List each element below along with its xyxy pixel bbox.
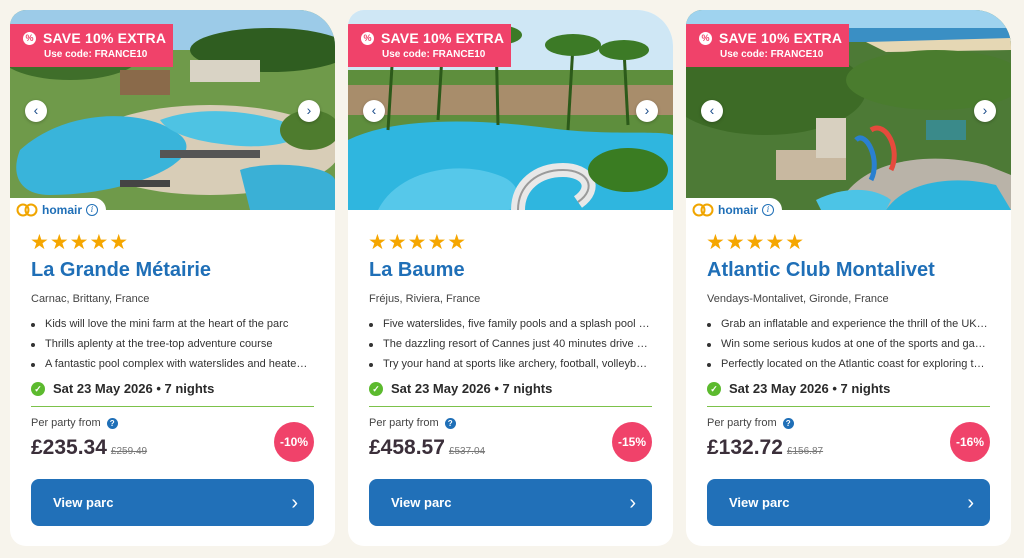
percent-icon: % [361, 32, 374, 45]
feature-list: Kids will love the mini farm at the hear… [31, 316, 313, 376]
homair-logo-icon [692, 203, 714, 217]
promo-code: Use code: FRANCE10 [382, 49, 486, 60]
previous-photo-button[interactable]: ‹ [363, 100, 385, 122]
parc-name[interactable]: La Baume [369, 259, 465, 282]
feature-item: The dazzling resort of Cannes just 40 mi… [369, 336, 651, 356]
promo-badge: % SAVE 10% EXTRA Use code: FRANCE10 [686, 24, 849, 67]
holiday-card[interactable]: % SAVE 10% EXTRA Use code: FRANCE10 ‹ › … [10, 10, 335, 546]
old-price: £156.87 [786, 446, 824, 457]
feature-item: Five waterslides, five family pools and … [369, 316, 651, 336]
view-parc-label: View parc [729, 495, 790, 510]
feature-item: Win some serious kudos at one of the spo… [707, 336, 989, 356]
parc-name[interactable]: Atlantic Club Montalivet [707, 259, 935, 282]
promo-badge: % SAVE 10% EXTRA Use code: FRANCE10 [10, 24, 173, 67]
brand-name: homair [718, 203, 759, 217]
percent-icon: % [23, 32, 36, 45]
promo-title: SAVE 10% EXTRA [43, 30, 167, 46]
brand-badge: homair i [686, 198, 783, 222]
chevron-right-icon: › [291, 491, 298, 514]
promo-badge: % SAVE 10% EXTRA Use code: FRANCE10 [348, 24, 511, 67]
view-parc-button[interactable]: View parc › [369, 479, 652, 526]
help-icon[interactable]: ? [106, 417, 118, 429]
view-parc-label: View parc [391, 495, 452, 510]
per-party-label: Per party from ? [707, 417, 794, 429]
star-rating: ★★★★★ [30, 231, 130, 254]
per-party-label: Per party from ? [369, 417, 456, 429]
feature-list: Five waterslides, five family pools and … [369, 316, 651, 376]
feature-item: Thrills aplenty at the tree-top adventur… [31, 336, 313, 356]
bullet-icon [369, 343, 373, 347]
bullet-icon [369, 323, 373, 327]
homair-logo-icon [16, 203, 38, 217]
promo-code: Use code: FRANCE10 [44, 49, 148, 60]
brand-name: homair [42, 203, 83, 217]
info-icon[interactable]: i [86, 204, 99, 216]
feature-item: Kids will love the mini farm at the hear… [31, 316, 313, 336]
stay-date: ✓ Sat 23 May 2026 • 7 nights [707, 381, 890, 396]
promo-code: Use code: FRANCE10 [720, 49, 824, 60]
divider [707, 406, 990, 407]
view-parc-button[interactable]: View parc › [31, 479, 314, 526]
star-rating: ★★★★★ [368, 231, 468, 254]
stay-date: ✓ Sat 23 May 2026 • 7 nights [31, 381, 214, 396]
percent-icon: % [699, 32, 712, 45]
holiday-card[interactable]: % SAVE 10% EXTRA Use code: FRANCE10 ‹ › … [686, 10, 1011, 546]
parc-name[interactable]: La Grande Métairie [31, 259, 211, 282]
check-icon: ✓ [31, 381, 45, 396]
price: £132.72 [707, 436, 783, 459]
previous-photo-button[interactable]: ‹ [25, 100, 47, 122]
next-photo-button[interactable]: › [298, 100, 320, 122]
feature-item: A fantastic pool complex with waterslide… [31, 356, 313, 376]
discount-badge: -10% [274, 422, 314, 462]
parc-location: Vendays-Montalivet, Gironde, France [707, 293, 889, 305]
bullet-icon [369, 363, 373, 367]
price: £458.57 [369, 436, 445, 459]
discount-badge: -15% [612, 422, 652, 462]
bullet-icon [31, 363, 35, 367]
help-icon[interactable]: ? [782, 417, 794, 429]
bullet-icon [707, 343, 711, 347]
help-icon[interactable]: ? [444, 417, 456, 429]
divider [31, 406, 314, 407]
feature-item: Try your hand at sports like archery, fo… [369, 356, 651, 376]
old-price: £537.04 [448, 446, 486, 457]
promo-title: SAVE 10% EXTRA [719, 30, 843, 46]
promo-title: SAVE 10% EXTRA [381, 30, 505, 46]
price-row: £458.57 £537.04 [369, 436, 485, 460]
next-photo-button[interactable]: › [636, 100, 658, 122]
chevron-right-icon: › [967, 491, 974, 514]
stay-date-text: Sat 23 May 2026 • 7 nights [729, 381, 891, 396]
view-parc-label: View parc [53, 495, 114, 510]
old-price: £259.49 [110, 446, 148, 457]
price-row: £235.34 £259.49 [31, 436, 147, 460]
parc-location: Fréjus, Riviera, France [369, 293, 481, 305]
check-icon: ✓ [369, 381, 383, 396]
previous-photo-button[interactable]: ‹ [701, 100, 723, 122]
parc-location: Carnac, Brittany, France [31, 293, 150, 305]
price: £235.34 [31, 436, 107, 459]
stay-date-text: Sat 23 May 2026 • 7 nights [53, 381, 215, 396]
bullet-icon [707, 323, 711, 327]
chevron-right-icon: › [629, 491, 636, 514]
bullet-icon [707, 363, 711, 367]
stay-date-text: Sat 23 May 2026 • 7 nights [391, 381, 553, 396]
price-row: £132.72 £156.87 [707, 436, 823, 460]
feature-item: Perfectly located on the Atlantic coast … [707, 356, 989, 376]
check-icon: ✓ [707, 381, 721, 396]
feature-item: Grab an inflatable and experience the th… [707, 316, 989, 336]
divider [369, 406, 652, 407]
view-parc-button[interactable]: View parc › [707, 479, 990, 526]
star-rating: ★★★★★ [706, 231, 806, 254]
info-icon[interactable]: i [762, 204, 775, 216]
bullet-icon [31, 343, 35, 347]
stay-date: ✓ Sat 23 May 2026 • 7 nights [369, 381, 552, 396]
bullet-icon [31, 323, 35, 327]
feature-list: Grab an inflatable and experience the th… [707, 316, 989, 376]
next-photo-button[interactable]: › [974, 100, 996, 122]
holiday-card[interactable]: % SAVE 10% EXTRA Use code: FRANCE10 ‹ › … [348, 10, 673, 546]
brand-badge: homair i [10, 198, 107, 222]
per-party-label: Per party from ? [31, 417, 118, 429]
discount-badge: -16% [950, 422, 990, 462]
